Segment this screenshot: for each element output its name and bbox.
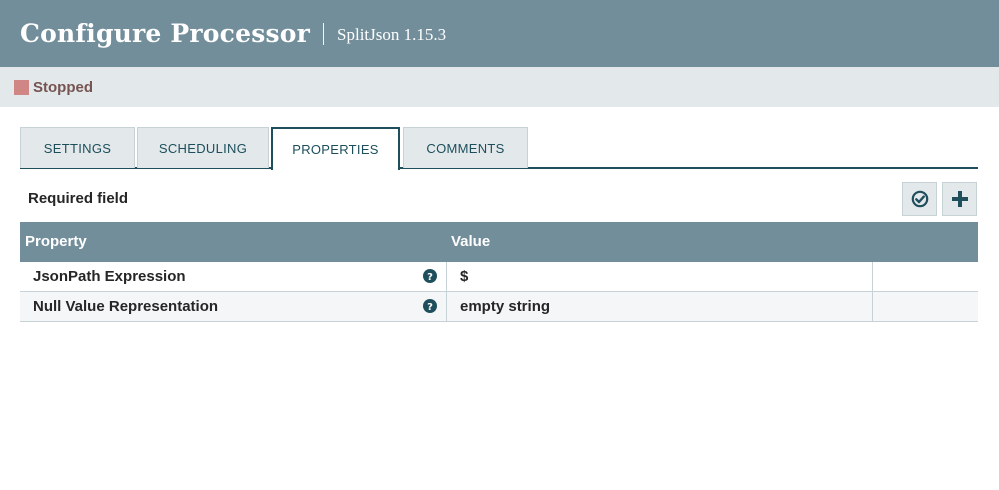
status-bar: Stopped: [0, 67, 999, 107]
tab-bar: SETTINGS SCHEDULING PROPERTIES COMMENTS: [20, 127, 978, 170]
header-divider: [323, 22, 325, 45]
column-header-property[interactable]: Property: [25, 233, 87, 250]
question-circle-icon[interactable]: ?: [423, 299, 437, 313]
column-header-value[interactable]: Value: [451, 233, 490, 250]
add-property-button[interactable]: [942, 182, 977, 216]
dialog-title: Configure Processor: [20, 19, 311, 48]
tab-comments[interactable]: COMMENTS: [403, 127, 528, 168]
property-value[interactable]: $: [460, 268, 468, 285]
property-value[interactable]: empty string: [460, 298, 550, 315]
tab-settings[interactable]: SETTINGS: [20, 127, 135, 168]
status-label: Stopped: [33, 78, 93, 96]
svg-text:?: ?: [427, 302, 433, 313]
dialog-header: Configure Processor SplitJson 1.15.3: [0, 0, 999, 67]
tab-scheduling[interactable]: SCHEDULING: [137, 127, 269, 168]
verify-icon: [911, 190, 928, 208]
verify-properties-button[interactable]: [902, 182, 937, 216]
column-divider: [446, 292, 447, 322]
property-name: JsonPath Expression: [33, 268, 186, 285]
table-row[interactable]: JsonPath Expression ? $: [20, 262, 978, 292]
table-row[interactable]: Null Value Representation ? empty string: [20, 292, 978, 322]
properties-table: Property Value JsonPath Expression ? $ N…: [20, 222, 978, 322]
tab-properties[interactable]: PROPERTIES: [271, 127, 400, 170]
column-divider: [446, 262, 447, 292]
svg-text:?: ?: [427, 272, 433, 283]
column-divider: [872, 292, 873, 322]
stopped-icon: [14, 79, 29, 95]
question-circle-icon[interactable]: ?: [423, 269, 437, 283]
add-icon: [951, 191, 968, 207]
property-name: Null Value Representation: [33, 298, 219, 315]
required-field-label: Required field: [28, 190, 129, 207]
column-divider: [872, 262, 873, 292]
processor-type-version: SplitJson 1.15.3: [337, 25, 447, 44]
table-header: Property Value: [20, 222, 978, 262]
